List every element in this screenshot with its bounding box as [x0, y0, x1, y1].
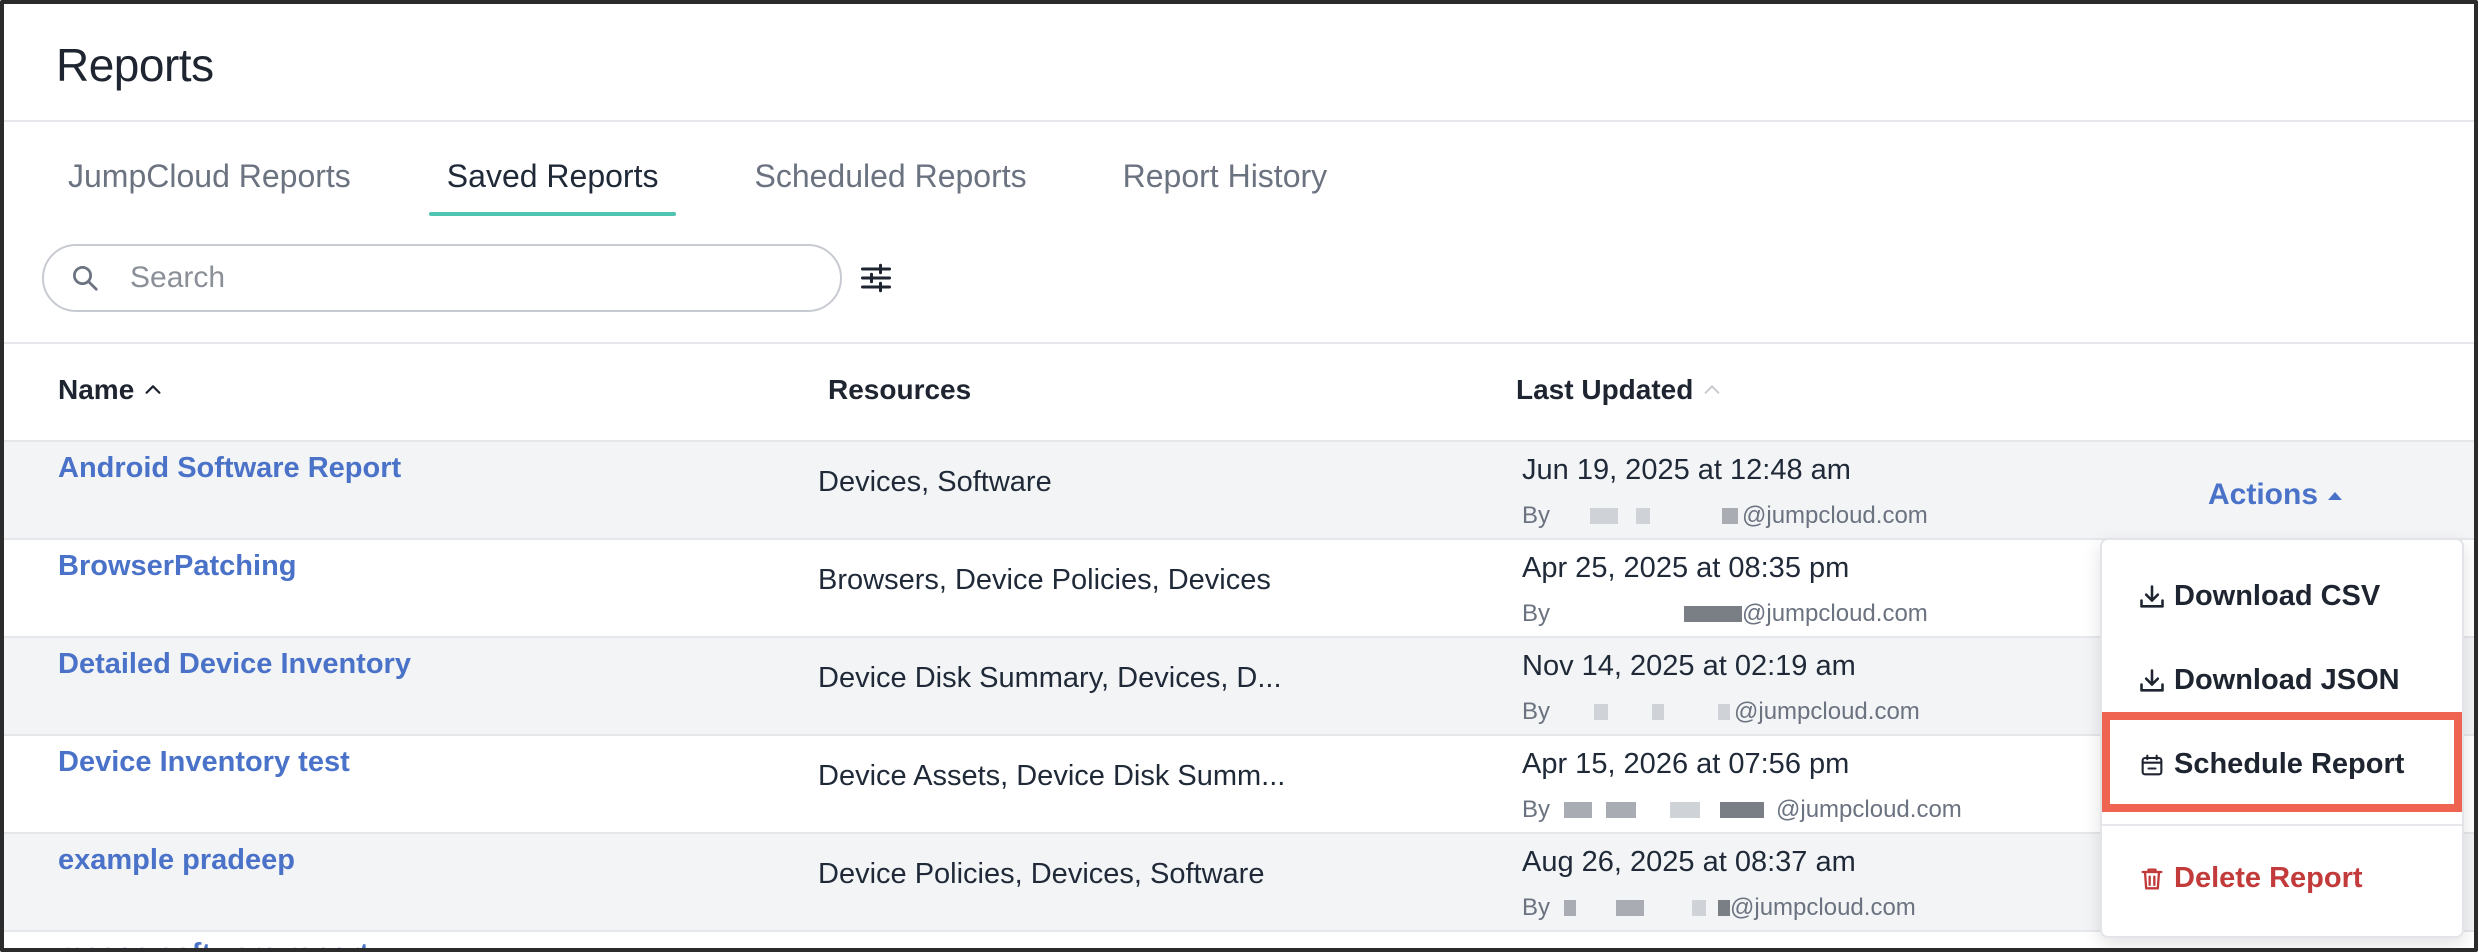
column-header-last-updated[interactable]: Last Updated: [1516, 374, 1723, 406]
sort-up-icon: [1705, 385, 1720, 394]
column-header-name-label: Name: [58, 374, 135, 405]
redacted-text: [1684, 606, 1743, 622]
redacted-text: [1718, 900, 1731, 916]
by-label: By: [1522, 600, 1551, 627]
redacted-text: [1606, 802, 1637, 818]
reports-window: Reports JumpCloud Reports Saved Reports …: [0, 0, 2478, 952]
redacted-text: [1564, 802, 1593, 818]
download-icon: [2138, 667, 2166, 695]
actions-label: Actions: [2208, 478, 2319, 511]
report-updated-by: By @jumpcloud.com: [1522, 600, 1928, 628]
download-icon: [2138, 583, 2166, 611]
calendar-icon: [2138, 751, 2166, 779]
redacted-text: [1720, 802, 1765, 818]
redacted-text: [1670, 802, 1701, 818]
sort-up-icon: [145, 385, 161, 394]
delete-report-label: Delete Report: [2174, 862, 2363, 894]
redacted-text: [1718, 704, 1731, 720]
by-label: By: [1522, 894, 1551, 921]
redacted-text: [1722, 508, 1739, 524]
report-name-link[interactable]: macos software report: [58, 938, 369, 948]
report-resources: Browsers, Device Policies, Devices: [818, 564, 1271, 596]
table-row[interactable]: Android Software Report Devices, Softwar…: [4, 442, 2474, 540]
caret-up-icon: [2328, 492, 2343, 500]
report-resources: Device Assets, Device Disk Summ...: [818, 760, 1286, 792]
report-last-updated: Nov 14, 2025 at 02:19 am: [1522, 650, 1856, 682]
search-icon: [68, 261, 102, 295]
redacted-text: [1564, 900, 1577, 916]
tab-bar: JumpCloud Reports Saved Reports Schedule…: [50, 136, 1405, 216]
download-json-menu-item[interactable]: Download JSON: [2138, 664, 2400, 697]
report-resources: Device Policies, Devices, Software: [818, 858, 1265, 890]
column-header-last-updated-label: Last Updated: [1516, 374, 1694, 405]
report-name-link[interactable]: Device Inventory test: [58, 746, 350, 779]
report-updated-by: By @jumpcloud.com: [1522, 502, 1928, 530]
divider: [2102, 824, 2462, 826]
redacted-text: [1652, 704, 1665, 720]
redacted-text: [1692, 900, 1707, 916]
by-label: By: [1522, 698, 1551, 725]
column-header-name[interactable]: Name: [58, 374, 164, 406]
redacted-text: [1616, 900, 1645, 916]
email-domain: @jumpcloud.com: [1742, 600, 1928, 627]
report-name-link[interactable]: BrowserPatching: [58, 550, 297, 583]
report-last-updated: Aug 26, 2025 at 08:37 am: [1522, 846, 1856, 878]
report-name-link[interactable]: Detailed Device Inventory: [58, 648, 411, 681]
report-updated-by: By @jumpcloud.com: [1522, 894, 1916, 922]
divider: [4, 120, 2474, 122]
schedule-report-menu-item[interactable]: Schedule Report: [2138, 748, 2404, 781]
tab-jumpcloud-reports[interactable]: JumpCloud Reports: [50, 136, 369, 216]
actions-button[interactable]: Actions: [2208, 478, 2344, 512]
report-resources: Devices, Software: [818, 466, 1052, 498]
trash-icon: [2138, 865, 2166, 893]
actions-menu: Download CSV Download JSON Schedule Repo…: [2100, 538, 2464, 938]
download-csv-menu-item[interactable]: Download CSV: [2138, 580, 2380, 613]
redacted-text: [1594, 704, 1609, 720]
schedule-report-label: Schedule Report: [2174, 748, 2405, 780]
divider: [4, 342, 2474, 344]
search-input[interactable]: [130, 261, 770, 295]
redacted-text: [1636, 508, 1651, 524]
report-last-updated: Apr 15, 2026 at 07:56 pm: [1522, 748, 1850, 780]
download-csv-label: Download CSV: [2174, 580, 2381, 612]
report-name-link[interactable]: example pradeep: [58, 844, 295, 877]
delete-report-menu-item[interactable]: Delete Report: [2138, 862, 2363, 895]
report-updated-by: By @jumpcloud.com: [1522, 796, 1962, 824]
report-name-link[interactable]: Android Software Report: [58, 452, 401, 485]
filter-settings-icon[interactable]: [858, 260, 894, 296]
email-domain: @jumpcloud.com: [1730, 894, 1916, 921]
tab-report-history[interactable]: Report History: [1105, 136, 1346, 216]
report-last-updated: Apr 25, 2025 at 08:35 pm: [1522, 552, 1850, 584]
report-last-updated: Jun 19, 2025 at 12:48 am: [1522, 454, 1851, 486]
search-box: [42, 244, 842, 312]
by-label: By: [1522, 796, 1551, 823]
by-label: By: [1522, 502, 1551, 529]
column-header-resources: Resources: [828, 374, 972, 405]
download-json-label: Download JSON: [2174, 664, 2400, 696]
tab-saved-reports[interactable]: Saved Reports: [428, 136, 677, 216]
redacted-text: [1590, 508, 1619, 524]
report-resources: Device Disk Summary, Devices, D...: [818, 662, 1282, 694]
email-domain: @jumpcloud.com: [1776, 796, 1962, 823]
page-title: Reports: [56, 39, 214, 91]
email-domain: @jumpcloud.com: [1734, 698, 1920, 725]
email-domain: @jumpcloud.com: [1742, 502, 1928, 529]
report-updated-by: By @jumpcloud.com: [1522, 698, 1920, 726]
tab-scheduled-reports[interactable]: Scheduled Reports: [736, 136, 1044, 216]
